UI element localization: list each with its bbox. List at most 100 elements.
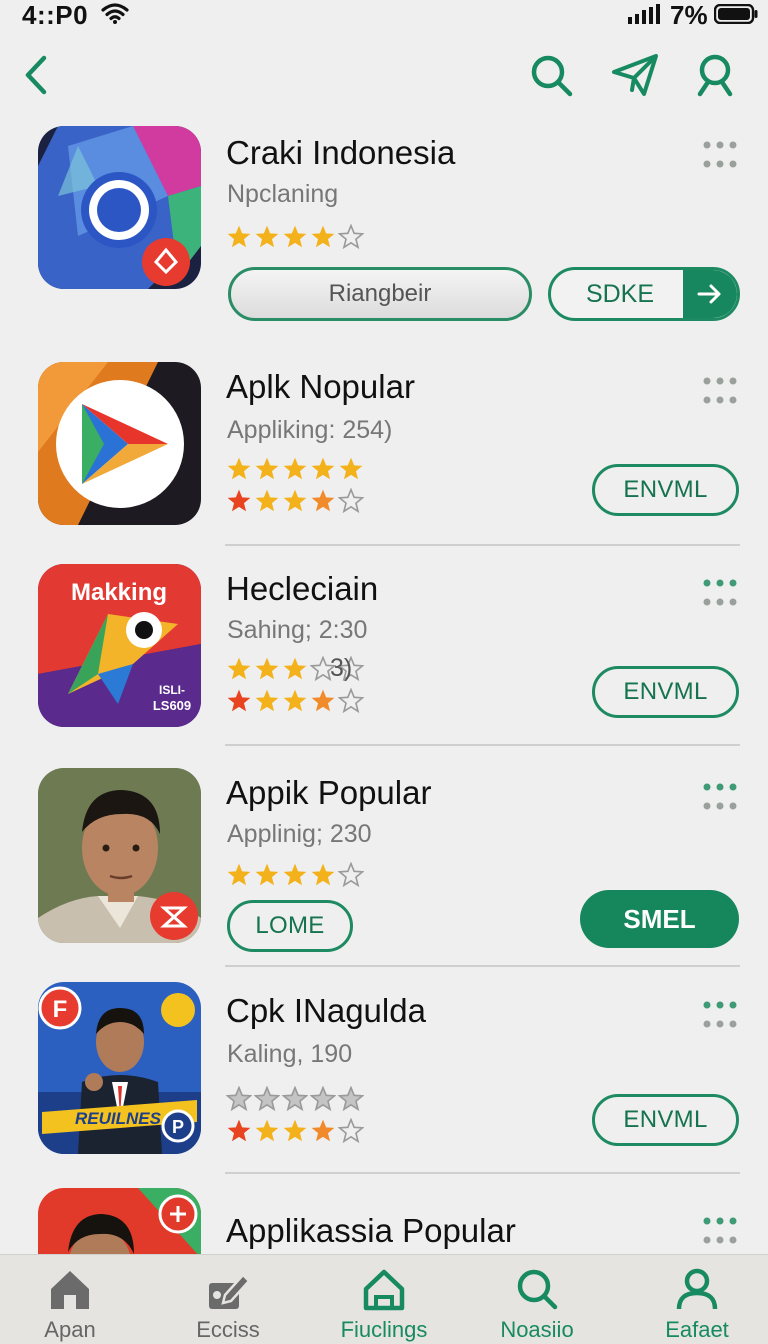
send-icon[interactable]: [610, 52, 660, 98]
star-icon: [338, 1118, 364, 1144]
app-subtitle: Applinig; 230: [227, 820, 372, 848]
more-options-icon[interactable]: [702, 782, 738, 812]
star-icon: [255, 1119, 279, 1142]
riangbeir-button[interactable]: Riangbeir: [228, 267, 532, 321]
rating-stars-secondary: [226, 488, 364, 514]
enwml-button[interactable]: ENVML: [592, 464, 739, 516]
star-icon: [311, 863, 335, 886]
app-title: Cpk INagulda: [226, 992, 426, 1029]
list-item[interactable]: Applikassia Popular: [0, 1188, 768, 1255]
list-item[interactable]: Makking ISLI- LS609 Heclеciain Sahing; 2…: [0, 562, 768, 748]
lome-button[interactable]: LOME: [227, 900, 353, 952]
svg-text:LS609: LS609: [153, 698, 191, 713]
home-icon: [51, 1271, 89, 1309]
nav-item-noasiio[interactable]: Noasiio: [467, 1255, 607, 1344]
app-icon: [38, 126, 201, 289]
more-options-icon[interactable]: [702, 1000, 738, 1030]
icon-text: Makking: [71, 579, 167, 606]
app-title: Aplk Nopular: [226, 368, 415, 405]
star-icon: [311, 489, 335, 512]
nav-label: Fiuclings: [340, 1317, 428, 1342]
nav-item-eafaet[interactable]: Eafaet: [627, 1255, 767, 1344]
star-icon: [227, 489, 251, 512]
star-icon: [338, 488, 364, 514]
list-item[interactable]: Aplk Nopular Appliking: 254) ENVML: [0, 360, 768, 546]
divider: [225, 1172, 740, 1174]
star-icon: [310, 1086, 336, 1112]
star-icon: [338, 862, 364, 888]
star-icon: [227, 689, 251, 712]
star-icon: [311, 1119, 335, 1142]
star-icon: [255, 489, 279, 512]
star-icon: [227, 863, 251, 886]
nav-label: Apan: [44, 1317, 96, 1342]
star-icon: [283, 689, 307, 712]
wifi-icon: [101, 3, 129, 24]
star-icon: [226, 1086, 252, 1112]
star-icon: [283, 457, 307, 480]
more-options-icon[interactable]: [702, 1216, 738, 1246]
nav-item-fiuclings[interactable]: Fiuclings: [314, 1255, 454, 1344]
sdke-button[interactable]: SDKE: [548, 267, 740, 321]
search-icon[interactable]: [528, 52, 574, 98]
rating-stars-secondary: [226, 688, 364, 714]
status-time: 4::P0: [22, 0, 89, 30]
list-item[interactable]: Craki Indonesia Npclaning Riangbeir SDKE: [0, 126, 768, 340]
app-subtitle: Kaling, 190: [227, 1040, 353, 1068]
svg-text:ISLI-: ISLI-: [159, 683, 185, 697]
rating-stars: [226, 862, 364, 888]
icon-text: REUILNES: [75, 1109, 162, 1128]
user-icon: [676, 1268, 718, 1310]
star-icon: [311, 225, 335, 248]
star-icon: [255, 657, 279, 680]
app-title: Appik Popular: [226, 774, 432, 811]
divider: [225, 544, 740, 546]
list-item[interactable]: Appik Popular Applinig; 230 LOME SMEL: [0, 766, 768, 966]
star-icon: [255, 863, 279, 886]
app-title: Heclеciain: [226, 570, 379, 607]
star-icon: [227, 1119, 251, 1142]
star-icon: [255, 457, 279, 480]
star-icon: [255, 689, 279, 712]
app-icon: [38, 1188, 201, 1255]
smel-button[interactable]: SMEL: [580, 890, 739, 948]
home-icon: [363, 1269, 405, 1311]
profile-search-icon[interactable]: [692, 52, 738, 98]
enwml-button[interactable]: ENVML: [592, 666, 739, 718]
more-options-icon[interactable]: [702, 140, 738, 170]
star-icon: [338, 224, 364, 250]
list-item[interactable]: F REUILNES P Cpk INagulda Kaling, 190 EN…: [0, 982, 768, 1168]
star-icon: [311, 689, 335, 712]
rating-stars-secondary: [226, 1118, 364, 1144]
star-icon: [283, 1119, 307, 1142]
nav-label: Noasiio: [500, 1317, 574, 1342]
app-subtitle: Npclaning: [227, 180, 339, 208]
star-icon: [227, 657, 251, 680]
back-arrow-icon[interactable]: [18, 52, 58, 98]
star-icon: [283, 225, 307, 248]
app-title: Applikassia Popular: [226, 1212, 516, 1249]
app-title: Craki Indonesia: [226, 134, 456, 171]
app-subtitle: Sahing; 2:30: [227, 616, 368, 644]
more-options-icon[interactable]: [702, 376, 738, 406]
battery-icon: [714, 4, 758, 24]
nav-item-ecciss[interactable]: Ecciss: [158, 1255, 298, 1344]
star-icon: [283, 657, 307, 680]
svg-text:F: F: [53, 996, 68, 1023]
star-icon: [227, 225, 251, 248]
app-icon: [38, 768, 201, 943]
nav-item-apan[interactable]: Apan: [0, 1255, 140, 1344]
sdke-label: SDKE: [585, 279, 655, 308]
signal-icon: [628, 4, 660, 24]
more-options-icon[interactable]: [702, 578, 738, 608]
star-icon: [339, 457, 363, 480]
star-icon: [255, 225, 279, 248]
app-icon: Makking ISLI- LS609: [38, 564, 201, 727]
enwml-button[interactable]: ENVML: [592, 1094, 739, 1146]
star-icon: [338, 688, 364, 714]
star-icon: [227, 457, 251, 480]
nav-label: Eafaet: [665, 1317, 729, 1342]
battery-percent: 7%: [670, 0, 708, 30]
edit-icon: [209, 1273, 251, 1309]
divider: [225, 965, 740, 967]
